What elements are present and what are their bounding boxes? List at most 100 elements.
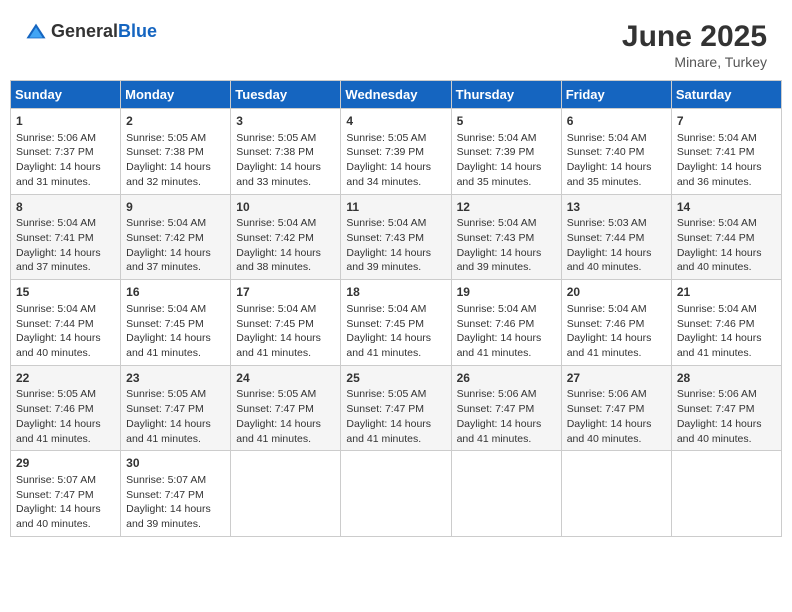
- sunrise-text: Sunrise: 5:04 AMSunset: 7:44 PMDaylight:…: [16, 303, 101, 359]
- day-number: 12: [457, 199, 556, 216]
- sunrise-text: Sunrise: 5:04 AMSunset: 7:39 PMDaylight:…: [457, 132, 542, 188]
- sunrise-text: Sunrise: 5:04 AMSunset: 7:41 PMDaylight:…: [16, 217, 101, 273]
- table-row: 20 Sunrise: 5:04 AMSunset: 7:46 PMDaylig…: [561, 280, 671, 366]
- day-number: 5: [457, 113, 556, 130]
- day-number: 17: [236, 284, 335, 301]
- sunrise-text: Sunrise: 5:04 AMSunset: 7:45 PMDaylight:…: [346, 303, 431, 359]
- sunrise-text: Sunrise: 5:04 AMSunset: 7:46 PMDaylight:…: [567, 303, 652, 359]
- title-block: June 2025 Minare, Turkey: [622, 20, 767, 70]
- table-row: [561, 451, 671, 537]
- table-row: 21 Sunrise: 5:04 AMSunset: 7:46 PMDaylig…: [671, 280, 781, 366]
- day-number: 10: [236, 199, 335, 216]
- col-wednesday: Wednesday: [341, 81, 451, 109]
- table-row: 16 Sunrise: 5:04 AMSunset: 7:45 PMDaylig…: [121, 280, 231, 366]
- sunrise-text: Sunrise: 5:04 AMSunset: 7:46 PMDaylight:…: [677, 303, 762, 359]
- day-number: 24: [236, 370, 335, 387]
- calendar-table: Sunday Monday Tuesday Wednesday Thursday…: [10, 80, 782, 537]
- table-row: 29 Sunrise: 5:07 AMSunset: 7:47 PMDaylig…: [11, 451, 121, 537]
- col-thursday: Thursday: [451, 81, 561, 109]
- table-row: 12 Sunrise: 5:04 AMSunset: 7:43 PMDaylig…: [451, 194, 561, 280]
- day-number: 11: [346, 199, 445, 216]
- table-row: 18 Sunrise: 5:04 AMSunset: 7:45 PMDaylig…: [341, 280, 451, 366]
- table-row: 19 Sunrise: 5:04 AMSunset: 7:46 PMDaylig…: [451, 280, 561, 366]
- day-number: 25: [346, 370, 445, 387]
- sunrise-text: Sunrise: 5:05 AMSunset: 7:47 PMDaylight:…: [236, 388, 321, 444]
- col-saturday: Saturday: [671, 81, 781, 109]
- table-row: 1 Sunrise: 5:06 AMSunset: 7:37 PMDayligh…: [11, 109, 121, 195]
- sunrise-text: Sunrise: 5:05 AMSunset: 7:46 PMDaylight:…: [16, 388, 101, 444]
- sunrise-text: Sunrise: 5:04 AMSunset: 7:45 PMDaylight:…: [126, 303, 211, 359]
- page-title: June 2025: [622, 20, 767, 54]
- page-subtitle: Minare, Turkey: [622, 54, 767, 70]
- col-friday: Friday: [561, 81, 671, 109]
- table-row: 24 Sunrise: 5:05 AMSunset: 7:47 PMDaylig…: [231, 365, 341, 451]
- day-number: 8: [16, 199, 115, 216]
- day-number: 21: [677, 284, 776, 301]
- sunrise-text: Sunrise: 5:07 AMSunset: 7:47 PMDaylight:…: [126, 474, 211, 530]
- table-row: 2 Sunrise: 5:05 AMSunset: 7:38 PMDayligh…: [121, 109, 231, 195]
- calendar-week-row: 15 Sunrise: 5:04 AMSunset: 7:44 PMDaylig…: [11, 280, 782, 366]
- table-row: 17 Sunrise: 5:04 AMSunset: 7:45 PMDaylig…: [231, 280, 341, 366]
- day-number: 3: [236, 113, 335, 130]
- table-row: [451, 451, 561, 537]
- day-number: 20: [567, 284, 666, 301]
- day-number: 7: [677, 113, 776, 130]
- day-number: 16: [126, 284, 225, 301]
- page-header: GeneralBlue June 2025 Minare, Turkey: [10, 10, 782, 75]
- table-row: 4 Sunrise: 5:05 AMSunset: 7:39 PMDayligh…: [341, 109, 451, 195]
- day-number: 2: [126, 113, 225, 130]
- day-number: 18: [346, 284, 445, 301]
- col-monday: Monday: [121, 81, 231, 109]
- day-number: 29: [16, 455, 115, 472]
- col-sunday: Sunday: [11, 81, 121, 109]
- sunrise-text: Sunrise: 5:05 AMSunset: 7:38 PMDaylight:…: [236, 132, 321, 188]
- table-row: 9 Sunrise: 5:04 AMSunset: 7:42 PMDayligh…: [121, 194, 231, 280]
- day-number: 14: [677, 199, 776, 216]
- table-row: 26 Sunrise: 5:06 AMSunset: 7:47 PMDaylig…: [451, 365, 561, 451]
- table-row: [341, 451, 451, 537]
- sunrise-text: Sunrise: 5:06 AMSunset: 7:47 PMDaylight:…: [677, 388, 762, 444]
- table-row: 23 Sunrise: 5:05 AMSunset: 7:47 PMDaylig…: [121, 365, 231, 451]
- sunrise-text: Sunrise: 5:06 AMSunset: 7:47 PMDaylight:…: [567, 388, 652, 444]
- sunrise-text: Sunrise: 5:04 AMSunset: 7:44 PMDaylight:…: [677, 217, 762, 273]
- sunrise-text: Sunrise: 5:05 AMSunset: 7:38 PMDaylight:…: [126, 132, 211, 188]
- table-row: 3 Sunrise: 5:05 AMSunset: 7:38 PMDayligh…: [231, 109, 341, 195]
- logo: GeneralBlue: [25, 20, 157, 42]
- day-number: 27: [567, 370, 666, 387]
- table-row: 30 Sunrise: 5:07 AMSunset: 7:47 PMDaylig…: [121, 451, 231, 537]
- day-number: 23: [126, 370, 225, 387]
- sunrise-text: Sunrise: 5:06 AMSunset: 7:37 PMDaylight:…: [16, 132, 101, 188]
- sunrise-text: Sunrise: 5:05 AMSunset: 7:39 PMDaylight:…: [346, 132, 431, 188]
- sunrise-text: Sunrise: 5:04 AMSunset: 7:46 PMDaylight:…: [457, 303, 542, 359]
- day-number: 9: [126, 199, 225, 216]
- table-row: 14 Sunrise: 5:04 AMSunset: 7:44 PMDaylig…: [671, 194, 781, 280]
- table-row: 5 Sunrise: 5:04 AMSunset: 7:39 PMDayligh…: [451, 109, 561, 195]
- table-row: [671, 451, 781, 537]
- sunrise-text: Sunrise: 5:04 AMSunset: 7:43 PMDaylight:…: [457, 217, 542, 273]
- day-number: 22: [16, 370, 115, 387]
- calendar-week-row: 22 Sunrise: 5:05 AMSunset: 7:46 PMDaylig…: [11, 365, 782, 451]
- table-row: 13 Sunrise: 5:03 AMSunset: 7:44 PMDaylig…: [561, 194, 671, 280]
- sunrise-text: Sunrise: 5:04 AMSunset: 7:45 PMDaylight:…: [236, 303, 321, 359]
- sunrise-text: Sunrise: 5:04 AMSunset: 7:43 PMDaylight:…: [346, 217, 431, 273]
- day-number: 19: [457, 284, 556, 301]
- day-number: 28: [677, 370, 776, 387]
- table-row: 25 Sunrise: 5:05 AMSunset: 7:47 PMDaylig…: [341, 365, 451, 451]
- table-row: 7 Sunrise: 5:04 AMSunset: 7:41 PMDayligh…: [671, 109, 781, 195]
- sunrise-text: Sunrise: 5:04 AMSunset: 7:42 PMDaylight:…: [126, 217, 211, 273]
- sunrise-text: Sunrise: 5:04 AMSunset: 7:42 PMDaylight:…: [236, 217, 321, 273]
- sunrise-text: Sunrise: 5:04 AMSunset: 7:40 PMDaylight:…: [567, 132, 652, 188]
- calendar-header-row: Sunday Monday Tuesday Wednesday Thursday…: [11, 81, 782, 109]
- day-number: 30: [126, 455, 225, 472]
- sunrise-text: Sunrise: 5:07 AMSunset: 7:47 PMDaylight:…: [16, 474, 101, 530]
- sunrise-text: Sunrise: 5:03 AMSunset: 7:44 PMDaylight:…: [567, 217, 652, 273]
- calendar-week-row: 8 Sunrise: 5:04 AMSunset: 7:41 PMDayligh…: [11, 194, 782, 280]
- sunrise-text: Sunrise: 5:05 AMSunset: 7:47 PMDaylight:…: [346, 388, 431, 444]
- sunrise-text: Sunrise: 5:04 AMSunset: 7:41 PMDaylight:…: [677, 132, 762, 188]
- table-row: 10 Sunrise: 5:04 AMSunset: 7:42 PMDaylig…: [231, 194, 341, 280]
- table-row: 11 Sunrise: 5:04 AMSunset: 7:43 PMDaylig…: [341, 194, 451, 280]
- day-number: 26: [457, 370, 556, 387]
- day-number: 4: [346, 113, 445, 130]
- table-row: [231, 451, 341, 537]
- day-number: 1: [16, 113, 115, 130]
